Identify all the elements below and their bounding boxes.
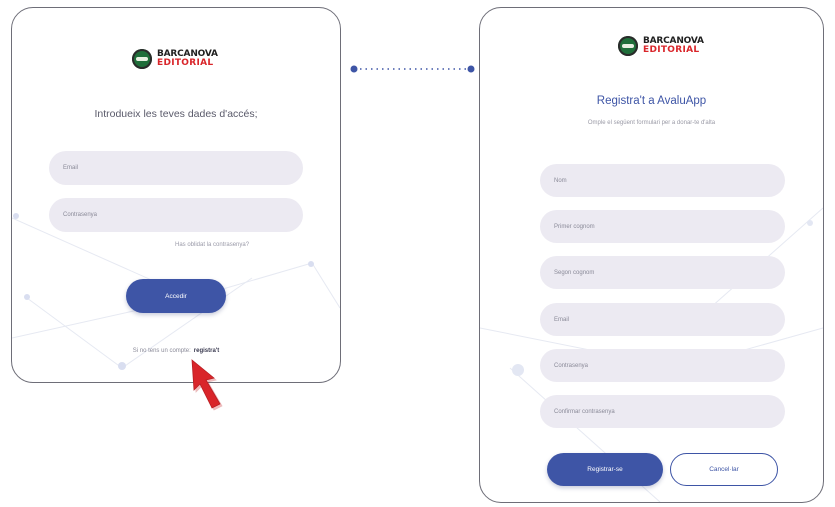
signup-prompt: Si no tens un compte: xyxy=(132,348,191,354)
email-field[interactable]: Email xyxy=(540,303,785,336)
cancel-button[interactable]: Cancel·lar xyxy=(670,453,778,486)
first-name-field[interactable]: Nom xyxy=(540,164,785,197)
register-heading: Registra't a AvaluApp xyxy=(596,95,707,107)
connector-line xyxy=(350,65,475,73)
logo-line2: EDITORIAL xyxy=(157,58,214,68)
login-card: BARCANOVA EDITORIAL Introdueix les teves… xyxy=(11,7,341,383)
first-surname-field[interactable]: Primer cognom xyxy=(540,210,785,243)
barcanova-logo-icon xyxy=(132,49,152,69)
barcanova-logo: BARCANOVA EDITORIAL xyxy=(618,36,704,56)
login-button[interactable]: Accedir xyxy=(126,279,226,313)
forgot-password-link[interactable]: Has oblidat la contrasenya? xyxy=(175,242,249,248)
login-heading: Introdueix les teves dades d'accés; xyxy=(94,108,258,120)
password-field[interactable]: Contrasenya xyxy=(49,198,303,232)
email-field[interactable]: Email xyxy=(49,151,303,185)
register-card: BARCANOVA EDITORIAL Registra't a AvaluAp… xyxy=(479,7,824,503)
barcanova-logo: BARCANOVA EDITORIAL xyxy=(132,49,218,69)
register-link[interactable]: registra't xyxy=(194,348,219,354)
logo-line2: EDITORIAL xyxy=(643,45,700,55)
barcanova-logo-icon xyxy=(618,36,638,56)
second-surname-field[interactable]: Segon cognom xyxy=(540,256,785,289)
signup-prompt-line: Si no tens un compte: registra't xyxy=(12,348,340,354)
stage: BARCANOVA EDITORIAL Introdueix les teves… xyxy=(0,0,835,507)
confirm-password-field[interactable]: Confirmar contrasenya xyxy=(540,395,785,428)
password-field[interactable]: Contrasenya xyxy=(540,349,785,382)
register-subheading: Omple el següent formulari per a donar-t… xyxy=(587,120,716,126)
register-button[interactable]: Registrar-se xyxy=(547,453,663,486)
red-pointer-arrow-icon xyxy=(191,359,223,411)
